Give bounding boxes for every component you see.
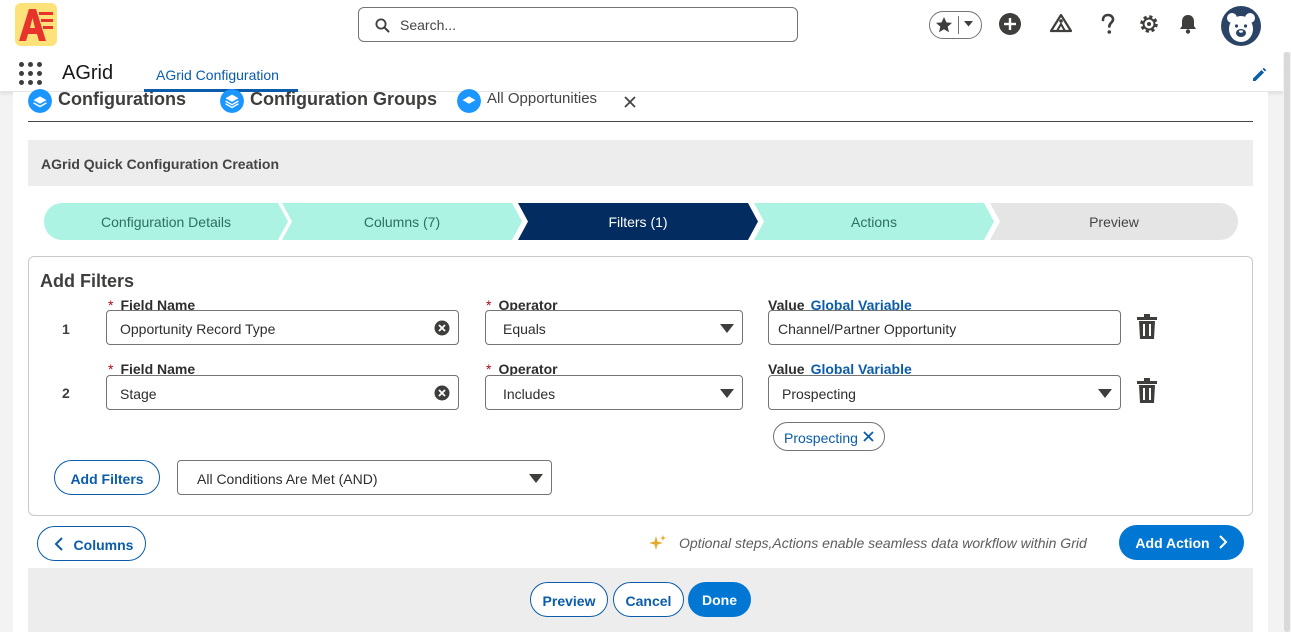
cancel-button[interactable]: Cancel: [613, 582, 684, 617]
preview-button[interactable]: Preview: [530, 582, 608, 617]
panel-title: Add Filters: [40, 271, 135, 291]
app-name: AGrid: [62, 62, 114, 84]
setup-gear-icon[interactable]: [1137, 12, 1161, 36]
done-button[interactable]: Done: [688, 582, 751, 617]
path-step-filters[interactable]: Filters (1): [518, 203, 758, 240]
breadcrumb-configurations[interactable]: Configurations: [28, 89, 203, 113]
operator-value: Includes: [503, 386, 556, 402]
field-value: Stage: [120, 386, 157, 402]
breadcrumb-configuration-groups[interactable]: Configuration Groups: [220, 89, 450, 113]
add-icon[interactable]: [998, 12, 1022, 36]
pill-label: Prospecting: [784, 430, 858, 446]
tab-label: AGrid Configuration: [156, 67, 279, 83]
filter-logic-select[interactable]: All Conditions Are Met (AND): [177, 460, 552, 495]
button-label: Done: [702, 592, 737, 608]
button-label: Cancel: [625, 593, 672, 609]
path-step-label: Preview: [1089, 214, 1139, 230]
chevron-down-icon: [720, 324, 734, 333]
breadcrumb-label: All Opportunities: [487, 90, 598, 107]
button-label: Preview: [542, 593, 596, 609]
favorites-star-icon[interactable]: [934, 15, 954, 35]
footer-bar: Preview Cancel Done: [28, 568, 1253, 632]
search-input[interactable]: [400, 14, 780, 36]
search-icon: [375, 18, 390, 33]
path-step-label: Filters (1): [608, 214, 668, 230]
global-header: [0, 0, 1291, 52]
delete-trash-icon[interactable]: [1136, 314, 1158, 340]
global-search[interactable]: [358, 7, 798, 42]
path-step-label: Configuration Details: [101, 214, 231, 230]
app-nav-bar: AGrid AGrid Configuration: [0, 52, 1291, 92]
button-label: Columns: [73, 537, 134, 553]
breadcrumb: Configurations Configuration Groups All …: [28, 89, 1253, 122]
user-avatar[interactable]: [1221, 6, 1261, 46]
field-name-input[interactable]: Stage: [106, 375, 459, 410]
row-number: 1: [62, 321, 70, 337]
chevron-right-icon: [1219, 535, 1228, 549]
path-step-configuration-details[interactable]: Configuration Details: [44, 203, 288, 240]
value-text: Channel/Partner Opportunity: [778, 321, 957, 337]
favorites-dropdown-icon[interactable]: [963, 20, 974, 28]
add-action-button[interactable]: Add Action: [1119, 525, 1244, 560]
remove-pill-icon[interactable]: [863, 431, 874, 442]
operator-select[interactable]: Equals: [485, 310, 743, 345]
path-step-label: Columns (7): [363, 214, 441, 230]
add-filters-button[interactable]: Add Filters: [54, 460, 160, 495]
add-filters-panel: Add Filters * Field Name * Operator Value G…: [28, 256, 1253, 516]
app-launcher-icon[interactable]: [19, 62, 43, 86]
value-text: Prospecting: [782, 386, 856, 402]
stack-icon: [28, 89, 52, 113]
notifications-bell-icon[interactable]: [1176, 12, 1200, 36]
stack-icon: [220, 89, 244, 113]
operator-select[interactable]: Includes: [485, 375, 743, 410]
edit-nav-pencil-icon[interactable]: [1251, 67, 1267, 83]
section-title: AGrid Quick Configuration Creation: [41, 156, 280, 172]
sparkle-icon: [649, 535, 666, 550]
delete-trash-icon[interactable]: [1136, 378, 1158, 404]
tab-agrid-configuration[interactable]: AGrid Configuration: [144, 52, 300, 92]
button-label: Add Action: [1135, 535, 1210, 551]
divider: [958, 16, 959, 34]
field-value: Opportunity Record Type: [120, 321, 276, 337]
scrollbar-thumb[interactable]: [1284, 52, 1290, 632]
value-input[interactable]: Channel/Partner Opportunity: [768, 310, 1121, 345]
optional-steps-note: Optional steps,Actions enable seamless d…: [679, 535, 1087, 551]
path-step-columns[interactable]: Columns (7): [282, 203, 522, 240]
row-number: 2: [62, 385, 70, 401]
logic-value: All Conditions Are Met (AND): [197, 471, 378, 487]
section-header: AGrid Quick Configuration Creation: [28, 140, 1253, 186]
trailhead-icon[interactable]: [1049, 12, 1073, 36]
clear-icon[interactable]: [434, 320, 450, 336]
progress-path: Configuration Details Columns (7) Filter…: [44, 203, 1238, 240]
clear-icon[interactable]: [434, 385, 450, 401]
back-columns-button[interactable]: Columns: [37, 526, 146, 561]
chevron-down-icon: [720, 389, 734, 398]
breadcrumb-all-opportunities[interactable]: All Opportunities: [457, 89, 622, 113]
chevron-down-icon: [529, 474, 543, 483]
selected-value-pill: Prospecting: [773, 422, 885, 451]
button-label: Add Filters: [70, 471, 144, 487]
close-icon[interactable]: [624, 96, 636, 108]
path-step-label: Actions: [851, 214, 897, 230]
chevron-down-icon: [1098, 389, 1112, 398]
main-content-card: Configurations Configuration Groups All …: [13, 89, 1268, 632]
value-select[interactable]: Prospecting: [768, 375, 1121, 410]
operator-value: Equals: [503, 321, 546, 337]
stack-icon: [457, 89, 481, 113]
help-icon[interactable]: [1097, 12, 1119, 36]
app-logo[interactable]: [15, 3, 57, 46]
breadcrumb-label: Configuration Groups: [250, 89, 437, 109]
path-step-preview[interactable]: Preview: [990, 203, 1238, 240]
breadcrumb-label: Configurations: [58, 89, 186, 109]
favorites-group: [929, 11, 982, 39]
field-name-input[interactable]: Opportunity Record Type: [106, 310, 459, 345]
page-scrollbar[interactable]: [1283, 52, 1291, 632]
path-step-actions[interactable]: Actions: [754, 203, 994, 240]
